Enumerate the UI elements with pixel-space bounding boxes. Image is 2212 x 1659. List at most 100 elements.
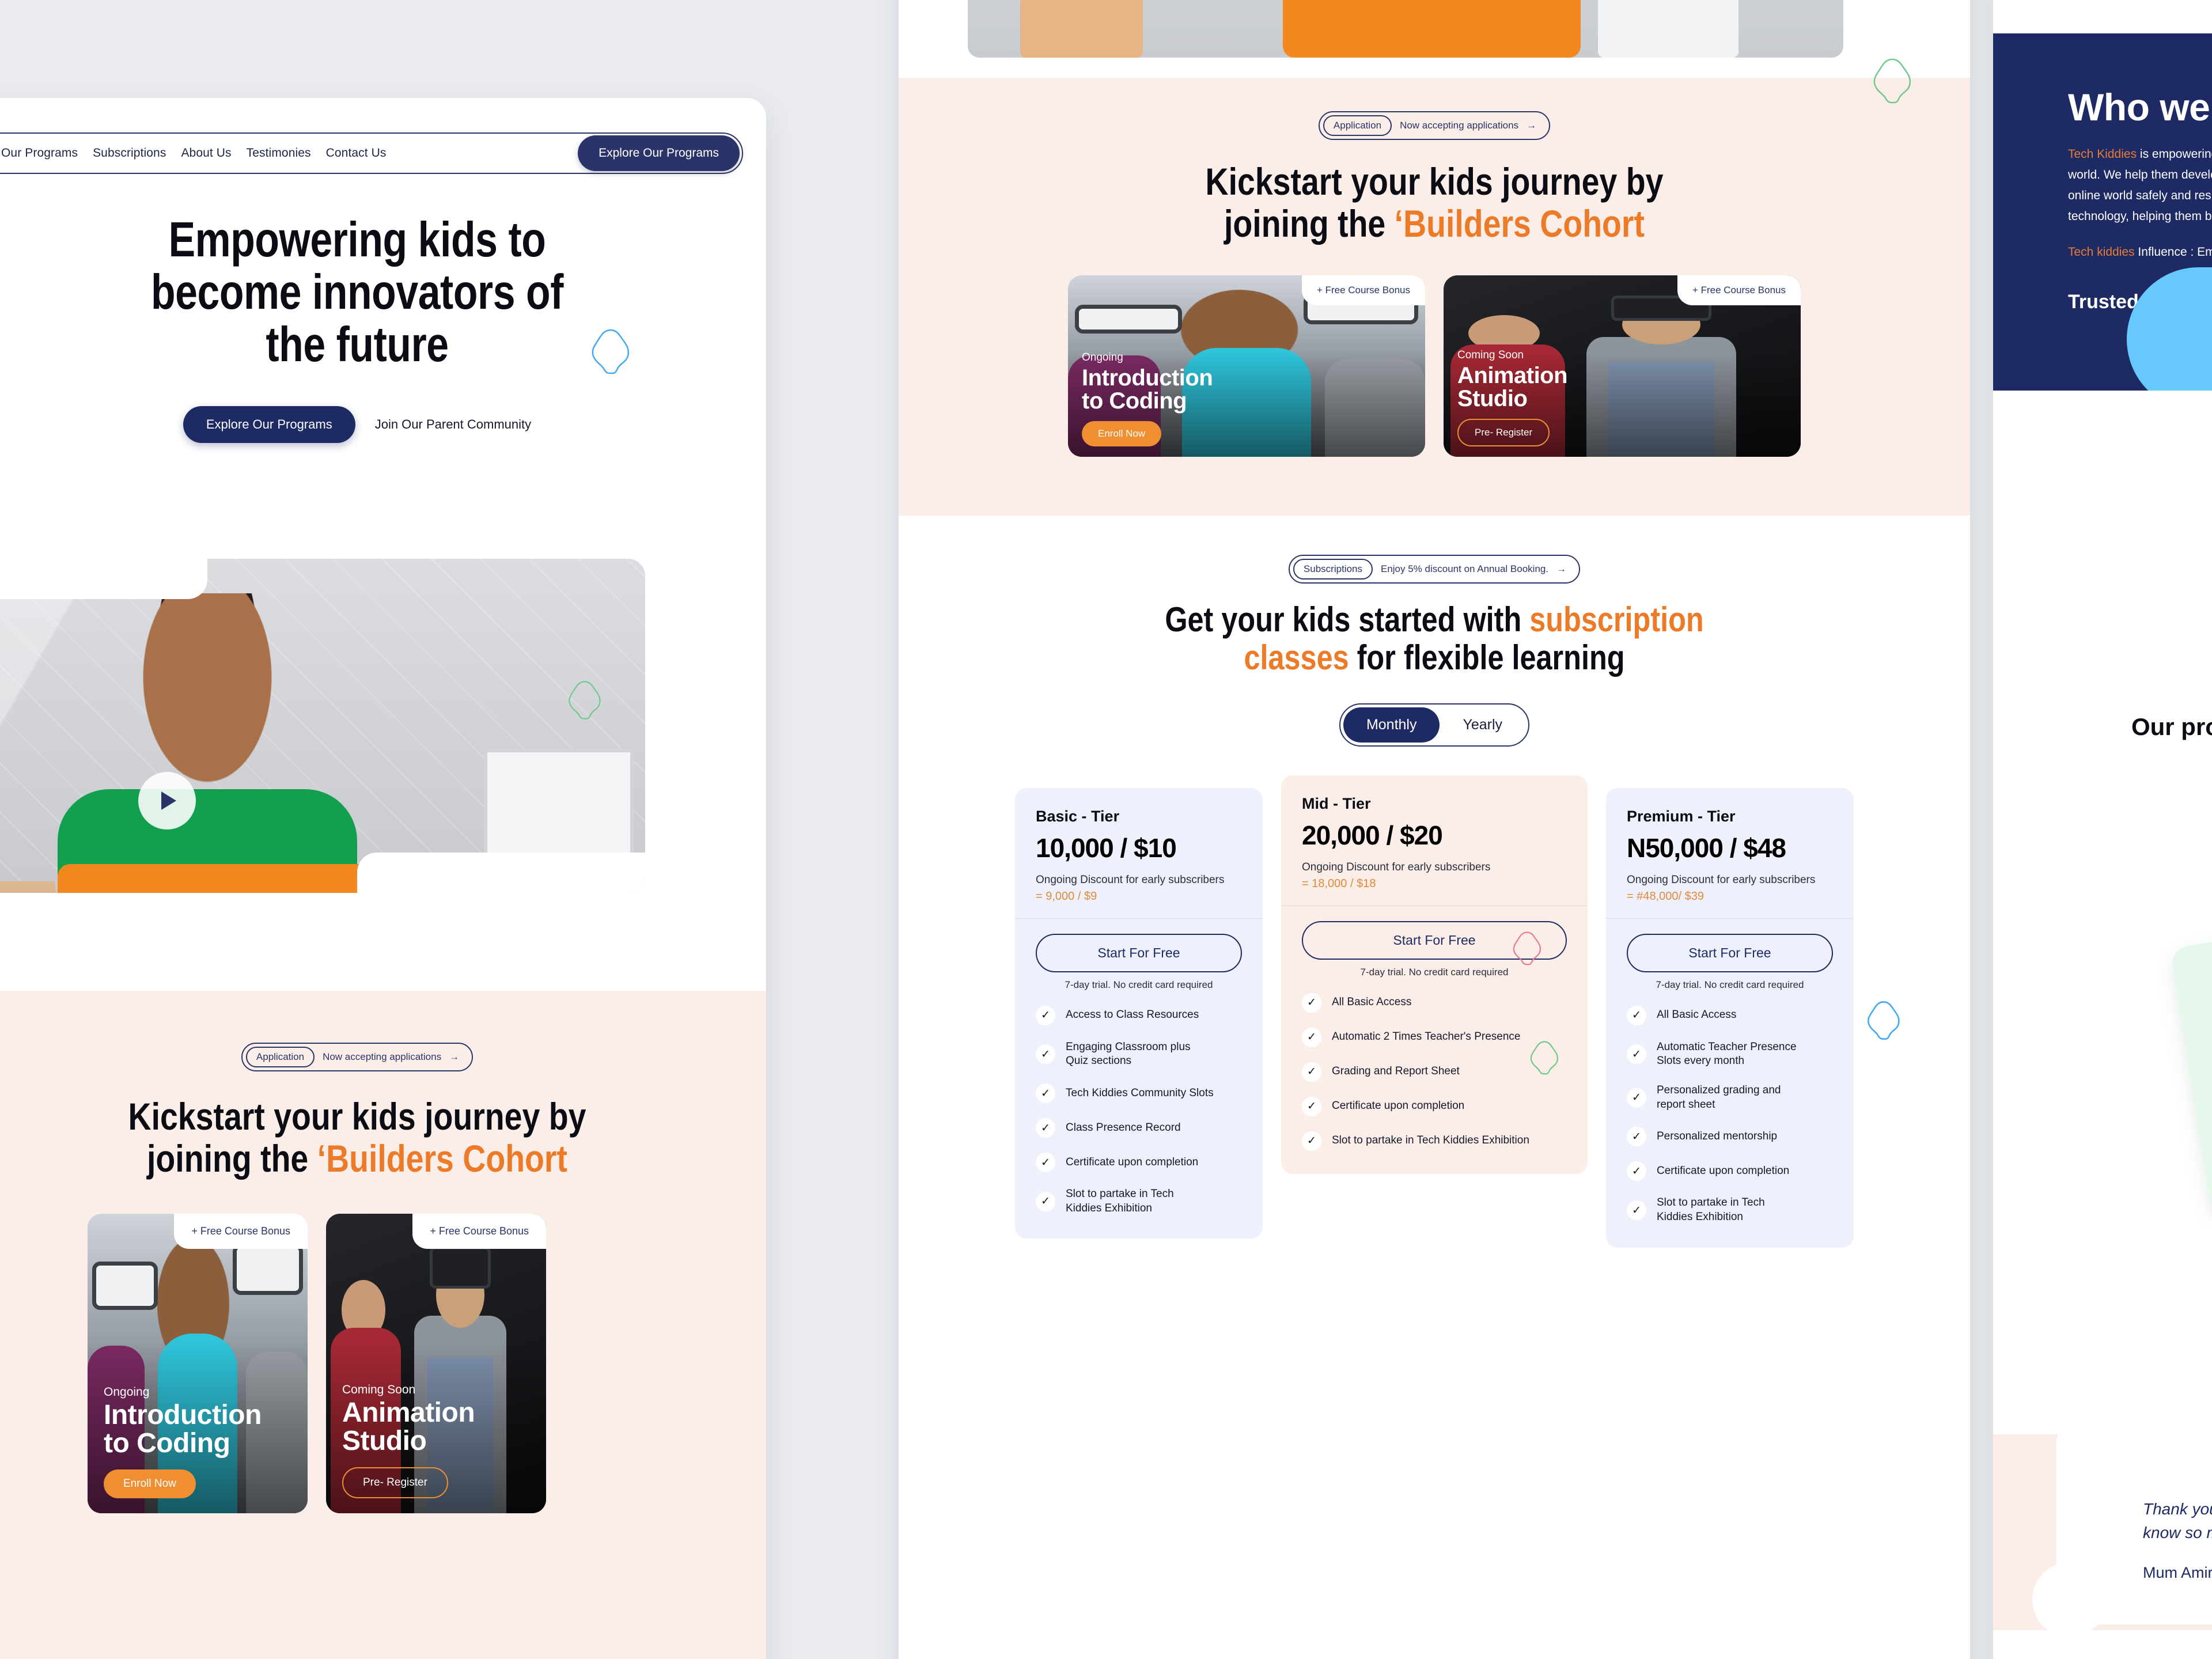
pricing-card-premium: Premium - Tier N50,000 / $48 Ongoing Dis… [1606,788,1854,1248]
subscriptions-heading-accent-2: classes [1244,638,1349,677]
arrow-right-icon: → [449,1051,460,1062]
about-influence: Tech kiddies Influence : Empowering lead… [2068,242,2212,263]
testimonial-author: Mum Amira [2143,1564,2212,1582]
enroll-now-button[interactable]: Enroll Now [104,1469,196,1499]
hero-actions: Explore Our Programs Join Our Parent Com… [0,406,766,443]
feature-item: ✓ Automatic Teacher Presence Slots every … [1627,1040,1833,1069]
check-icon: ✓ [1627,1005,1646,1025]
feature-item: ✓ Personalized grading and report sheet [1627,1084,1833,1112]
feature-item: ✓ Class Presence Record [1036,1118,1242,1138]
tier-price: 20,000 / $20 [1302,820,1443,850]
nav-item-our-programs[interactable]: Our Programs [1,146,78,160]
bonus-badge: + Free Course Bonus [1677,275,1801,306]
hero-heading-line-2: become innovators of [150,264,564,320]
tier-discount-label: Ongoing Discount for early subscribers [1036,874,1225,886]
course-title: Animation Studio [1457,362,1568,412]
trial-note: 7-day trial. No credit card required [1656,979,1804,990]
hero-notch-bottom-right [357,853,645,893]
navbar-explore-programs-button[interactable]: Explore Our Programs [578,135,740,171]
check-icon: ✓ [1036,1191,1055,1211]
testimonial-quote-line-2: know so much about coding [2143,1523,2212,1541]
subscriptions-chip-center[interactable]: Subscriptions Enjoy 5% discount on Annua… [1288,555,1581,584]
subscriptions-chip-tag: Subscriptions [1293,559,1373,579]
enroll-now-button[interactable]: Enroll Now [1082,421,1162,447]
nav-item-about-us[interactable]: About Us [181,146,231,160]
feature-list: ✓ Access to Class Resources ✓ Engaging Cla… [1036,1005,1242,1216]
feature-item: ✓ All Basic Access [1302,993,1567,1013]
billing-period-toggle[interactable]: Monthly Yearly [1339,703,1530,747]
programs-heading: Our programs [2131,713,2212,740]
toggle-option-yearly[interactable]: Yearly [1440,707,1525,743]
feature-item: ✓ All Basic Access [1627,1005,1833,1025]
course-title: Introduction to Coding [1082,365,1213,414]
toggle-option-monthly[interactable]: Monthly [1343,707,1440,743]
check-icon: ✓ [1036,1005,1055,1025]
cohort-heading-line-2-plain: joining the [147,1137,317,1180]
cohort-section-left: Application Now accepting applications →… [0,991,766,1659]
cohort-heading-line-2-plain: joining the [1224,202,1395,245]
decor-blob-green-center-2 [1529,1040,1559,1075]
subscriptions-heading: Get your kids started with subscription … [984,601,1884,677]
arrow-right-icon: → [1527,120,1537,131]
tier-discount-price: = #48,000/ $39 [1627,889,1705,903]
design-board: Our Programs Subscriptions About Us Test… [0,0,2212,1659]
course-cards-center: + Free Course Bonus Ongoing Introduction… [899,275,1970,457]
feature-item: ✓ Grading and Report Sheet [1302,1062,1567,1082]
feature-item: ✓ Slot to partake in Tech Kiddies Exhibit… [1627,1196,1833,1224]
bonus-badge: + Free Course Bonus [1301,275,1425,306]
start-for-free-button[interactable]: Start For Free [1627,933,1833,972]
course-status: Ongoing [1082,351,1123,363]
avatar [2032,1562,2107,1637]
about-influence-brand: Tech kiddies [2068,245,2135,259]
check-icon: ✓ [1627,1044,1646,1065]
tier-price: N50,000 / $48 [1627,833,1786,863]
application-chip-text: Now accepting applications [323,1051,442,1062]
course-card-intro-coding[interactable]: + Free Course Bonus Ongoing Introduction… [1068,275,1425,457]
check-icon: ✓ [1627,1127,1646,1147]
feature-item: ✓ Engaging Classroom plus Quiz sections [1036,1040,1242,1069]
check-icon: ✓ [1302,993,1321,1013]
check-icon: ✓ [1036,1044,1055,1065]
check-icon: ✓ [1627,1161,1646,1181]
feature-item: ✓ Certificate upon completion [1036,1153,1242,1173]
check-icon: ✓ [1302,1096,1321,1116]
nav-item-subscriptions[interactable]: Subscriptions [93,146,166,160]
subscriptions-heading-part-1: Get your kids started with [1165,600,1530,639]
start-for-free-button[interactable]: Start For Free [1036,933,1242,972]
course-card-animation-studio[interactable]: + Free Course Bonus Coming Soon Animatio… [1444,275,1801,457]
main-navbar: Our Programs Subscriptions About Us Test… [0,132,743,174]
application-chip-center[interactable]: Application Now accepting applications → [1318,111,1551,140]
hero-join-community-link[interactable]: Join Our Parent Community [375,417,531,432]
arrow-right-icon: → [1556,563,1567,574]
pre-register-button[interactable]: Pre- Register [1457,419,1550,447]
cohort-heading-line-1: Kickstart your kids journey by [128,1095,586,1138]
testimonial-quote-line-1: Thank you Tech Kiddies, my kid now [2143,1500,2212,1518]
tier-discount-label: Ongoing Discount for early subscribers [1627,874,1816,886]
nav-item-testimonies[interactable]: Testimonies [247,146,311,160]
cohort-heading-accent: ‘Builders Cohort [1394,202,1645,245]
screen-cohort-and-pricing: Application Now accepting applications →… [899,0,1970,1659]
feature-item: ✓ Certificate upon completion [1302,1096,1567,1116]
play-icon[interactable] [138,772,196,830]
course-card-intro-coding[interactable]: + Free Course Bonus Ongoing Introduction… [88,1214,308,1514]
feature-list: ✓ All Basic Access ✓ Automatic 2 Times Tea… [1302,993,1567,1151]
course-title: Introduction to Coding [104,1400,262,1459]
decor-blob-pink-center [1512,930,1542,966]
check-icon: ✓ [1302,1131,1321,1151]
pre-register-button[interactable]: Pre- Register [342,1467,448,1499]
check-icon: ✓ [1302,1027,1321,1047]
tier-discount-price: = 18,000 / $18 [1302,877,1376,890]
nav-item-contact-us[interactable]: Contact Us [326,146,387,160]
cohort-heading-accent: ‘Builders Cohort [317,1137,567,1180]
application-chip-left[interactable]: Application Now accepting applications → [241,1043,474,1071]
check-icon: ✓ [1627,1200,1646,1221]
cohort-section-center: Application Now accepting applications →… [899,78,1970,516]
hero-explore-programs-button[interactable]: Explore Our Programs [183,406,355,443]
course-card-animation-studio[interactable]: + Free Course Bonus Coming Soon Animatio… [326,1214,546,1514]
application-chip-tag: Application [1323,115,1392,136]
subscriptions-section-center: Subscriptions Enjoy 5% discount on Annua… [899,516,1970,1659]
feature-item: ✓ Access to Class Resources [1036,1005,1242,1025]
hero-video-thumbnail[interactable] [0,559,645,893]
feature-item: ✓ Slot to partake in Tech Kiddies Exhibit… [1036,1187,1242,1215]
tier-name: Premium - Tier [1627,808,1736,825]
